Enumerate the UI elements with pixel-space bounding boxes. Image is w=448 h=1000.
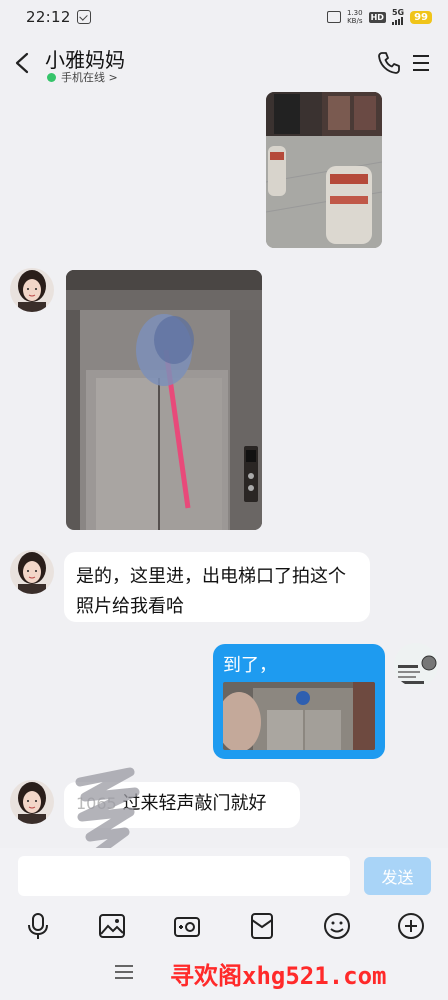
contact-avatar[interactable] [10,780,54,824]
online-status[interactable]: 手机在线 > [47,69,118,85]
received-message-bubble[interactable]: 是的，这里进，出电梯口了拍这个照片给我看哈 [64,552,370,622]
system-nav-bar: 寻欢阁xhg521.com [0,948,448,1000]
message-text: 到了， [223,655,277,676]
camera-icon[interactable] [173,912,201,940]
received-image-elevator[interactable] [66,270,262,530]
sent-image-entrance[interactable] [266,92,382,248]
watermark-text: 寻欢阁xhg521.com [170,962,387,990]
scribble-redaction [75,767,140,859]
status-time: 22:12 [26,8,71,26]
sent-image-elevator-door[interactable] [223,682,375,750]
elevator-photo [66,270,262,530]
my-avatar[interactable] [394,643,438,687]
hd-badge: HD [368,11,386,23]
sent-message-bubble[interactable]: 到了， [213,644,385,759]
status-indicators: 1.30 KB/s HD 5G 99 [327,9,432,25]
microphone-icon[interactable] [24,912,52,940]
back-icon[interactable] [14,52,30,74]
nav-menu-icon[interactable] [114,964,134,980]
red-packet-icon[interactable] [248,912,276,940]
elevator-door-photo [223,682,375,750]
avatar-photo [10,268,54,312]
entrance-photo [266,92,382,248]
input-toolbar [0,906,448,948]
avatar-photo [10,550,54,594]
phone-icon[interactable] [376,50,402,76]
plus-icon[interactable] [397,912,425,940]
chat-header: 小雅妈妈 手机在线 > [0,34,448,92]
input-row: 发送 [0,848,448,906]
my-avatar-photo [394,643,438,687]
status-bar: 22:12 1.30 KB/s HD 5G 99 [0,0,448,34]
app-notification-icon [76,10,91,24]
contact-avatar[interactable] [10,268,54,312]
network-speed: 1.30 KB/s [347,9,363,25]
contact-avatar[interactable] [10,550,54,594]
battery-icon: 99 [410,10,432,24]
online-dot-icon [47,72,56,82]
message-input[interactable] [18,856,350,896]
image-icon[interactable] [98,912,126,940]
emoji-icon[interactable] [323,912,351,940]
signal-icon: 5G [391,9,404,25]
send-button[interactable]: 发送 [364,857,431,895]
menu-icon[interactable] [411,53,431,73]
vibrate-icon [327,11,341,23]
message-text: 是的，这里进，出电梯口了拍这个照片给我看哈 [76,566,346,617]
avatar-photo [10,780,54,824]
